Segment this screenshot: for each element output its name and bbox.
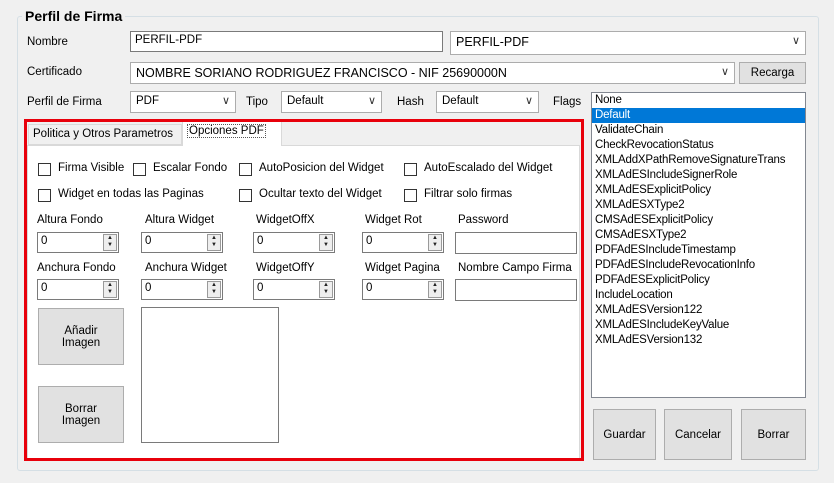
list-item[interactable]: PDFAdESIncludeRevocationInfo	[592, 258, 805, 273]
list-item[interactable]: CheckRevocationStatus	[592, 138, 805, 153]
chevron-down-icon: ∨	[221, 95, 230, 107]
hash-label: Hash	[397, 96, 424, 108]
tipo-combo[interactable]: Default ∨	[281, 91, 382, 113]
nombre-label: Nombre	[27, 36, 68, 48]
certificado-label: Certificado	[27, 66, 82, 78]
list-item[interactable]: XMLAdESVersion132	[592, 333, 805, 348]
recarga-button[interactable]: Recarga	[739, 62, 806, 84]
certificado-value: NOMBRE SORIANO RODRIGUEZ FRANCISCO - NIF…	[136, 66, 507, 80]
hash-combo[interactable]: Default ∨	[436, 91, 539, 113]
cancelar-button[interactable]: Cancelar	[664, 409, 732, 460]
list-item[interactable]: CMSAdESExplicitPolicy	[592, 213, 805, 228]
perfil-value: PDF	[136, 95, 159, 107]
guardar-button[interactable]: Guardar	[593, 409, 656, 460]
list-item[interactable]: XMLAdESExplicitPolicy	[592, 183, 805, 198]
chevron-down-icon: ∨	[367, 95, 376, 107]
list-item-selected[interactable]: Default	[592, 108, 805, 123]
flags-listbox[interactable]: None Default ValidateChain CheckRevocati…	[591, 92, 806, 398]
list-item[interactable]: XMLAdESIncludeKeyValue	[592, 318, 805, 333]
chevron-down-icon: ∨	[791, 35, 800, 47]
perfil-label: Perfil de Firma	[27, 96, 102, 108]
list-item[interactable]: XMLAdESIncludeSignerRole	[592, 168, 805, 183]
list-item[interactable]: XMLAdESVersion122	[592, 303, 805, 318]
nombre-combo-value: PERFIL-PDF	[456, 35, 529, 49]
perfil-combo[interactable]: PDF ∨	[130, 91, 236, 113]
flags-label: Flags	[553, 96, 582, 108]
list-item[interactable]: CMSAdESXType2	[592, 228, 805, 243]
tipo-label: Tipo	[246, 96, 268, 108]
list-item[interactable]: ValidateChain	[592, 123, 805, 138]
list-item[interactable]: PDFAdESIncludeTimestamp	[592, 243, 805, 258]
highlight-rectangle	[24, 119, 584, 461]
group-title: Perfil de Firma	[22, 8, 126, 24]
list-item[interactable]: PDFAdESExplicitPolicy	[592, 273, 805, 288]
list-item[interactable]: XMLAddXPathRemoveSignatureTrans	[592, 153, 805, 168]
chevron-down-icon: ∨	[720, 66, 729, 78]
hash-value: Default	[442, 95, 479, 107]
nombre-combo[interactable]: PERFIL-PDF ∨	[450, 31, 806, 55]
certificado-combo[interactable]: NOMBRE SORIANO RODRIGUEZ FRANCISCO - NIF…	[130, 62, 735, 84]
nombre-input[interactable]: PERFIL-PDF	[130, 31, 443, 52]
list-item[interactable]: IncludeLocation	[592, 288, 805, 303]
list-item[interactable]: XMLAdESXType2	[592, 198, 805, 213]
tipo-value: Default	[287, 95, 324, 107]
list-item[interactable]: None	[592, 93, 805, 108]
borrar-button[interactable]: Borrar	[741, 409, 806, 460]
chevron-down-icon: ∨	[524, 95, 533, 107]
